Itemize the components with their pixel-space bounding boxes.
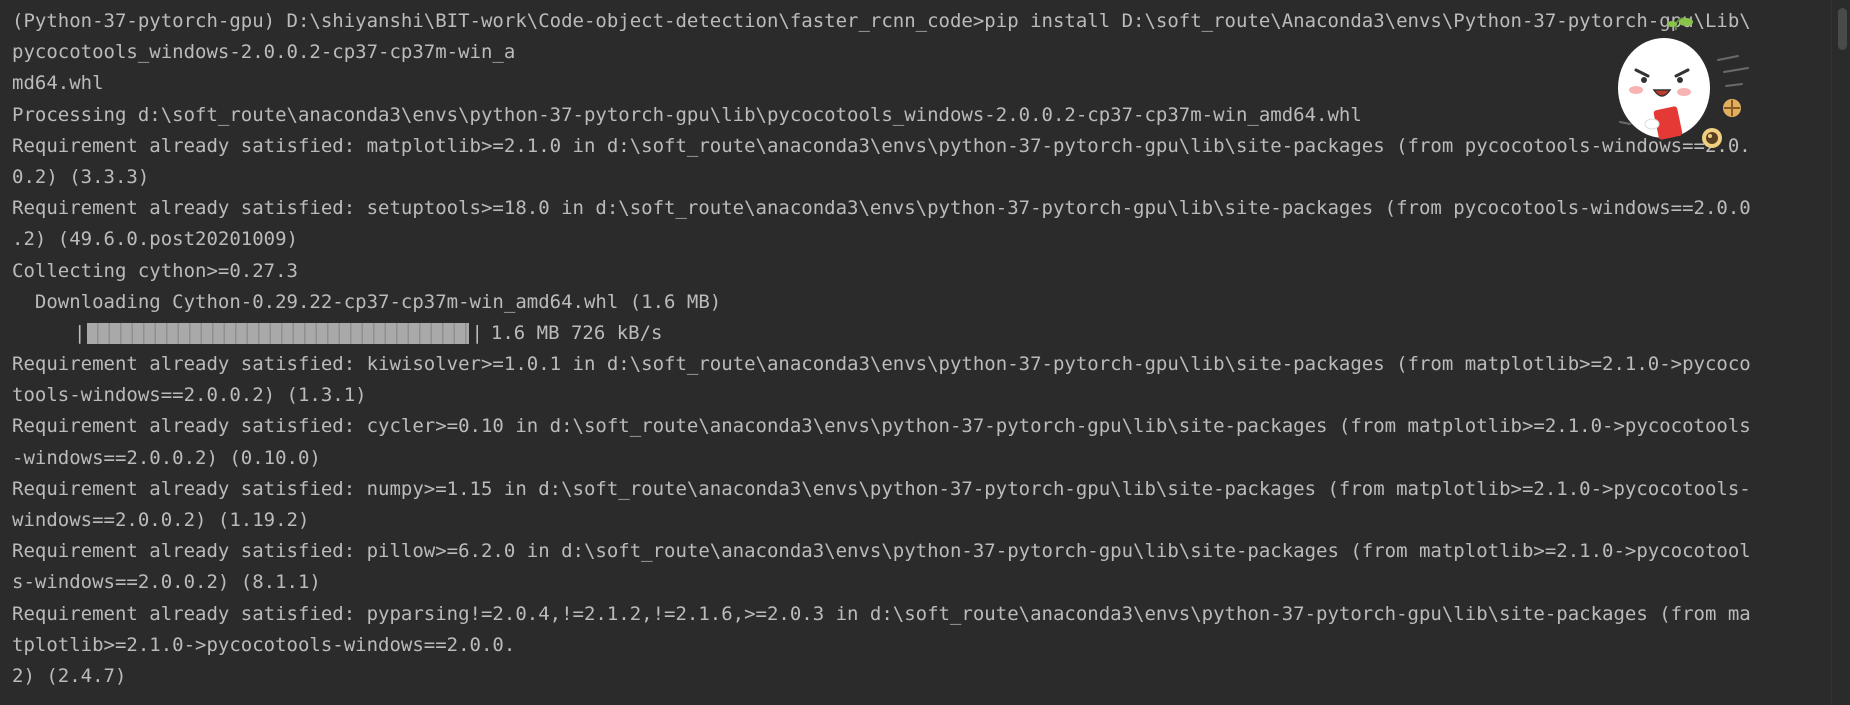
terminal-line: Processing d:\soft_route\anaconda3\envs\… [12,103,1362,126]
terminal-line: -windows==2.0.0.2) (0.10.0) [12,446,321,469]
download-progress-bar [87,322,470,344]
terminal-line: Requirement already satisfied: cycler>=0… [12,415,1751,438]
terminal-line: Collecting cython>=0.27.3 [12,259,298,282]
terminal-line: md64.whl [12,72,104,95]
terminal-line: Requirement already satisfied: setuptool… [12,197,1751,220]
scrollbar-thumb[interactable] [1838,8,1847,50]
terminal-output[interactable]: (Python-37-pytorch-gpu) D:\shiyanshi\BIT… [0,0,1832,705]
terminal-line: Requirement already satisfied: kiwisolve… [12,353,1751,376]
terminal-line: Downloading Cython-0.29.22-cp37-cp37m-wi… [12,290,722,313]
terminal-line: tools-windows==2.0.0.2) (1.3.1) [12,384,367,407]
terminal-line: Requirement already satisfied: pyparsing… [12,602,1751,625]
terminal-line: 2) (2.4.7) [12,664,127,687]
terminal-line: tplotlib>=2.1.0->pycocotools-windows==2.… [12,633,516,656]
terminal-line: 0.2) (3.3.3) [12,165,150,188]
terminal-line: (Python-37-pytorch-gpu) D:\shiyanshi\BIT… [12,10,1751,32]
terminal-line: Requirement already satisfied: matplotli… [12,134,1751,157]
progress-bar-right-edge: | [471,321,483,344]
terminal-line: Requirement already satisfied: pillow>=6… [12,540,1751,563]
download-progress-line: | | 1.6 MB 726 kB/s [12,318,1832,349]
vertical-scrollbar[interactable] [1831,0,1850,705]
progress-bar-left-edge: | [74,321,86,344]
terminal-line: Requirement already satisfied: numpy>=1.… [12,477,1751,500]
download-progress-stats: 1.6 MB 726 kB/s [490,321,663,344]
cartoon-sticker-icon [1618,17,1749,148]
terminal-line: .2) (49.6.0.post20201009) [12,228,298,251]
terminal-line: windows==2.0.0.2) (1.19.2) [12,509,310,531]
terminal-line: s-windows==2.0.0.2) (8.1.1) [12,571,321,594]
terminal-line: pycocotools_windows-2.0.0.2-cp37-cp37m-w… [12,41,516,64]
